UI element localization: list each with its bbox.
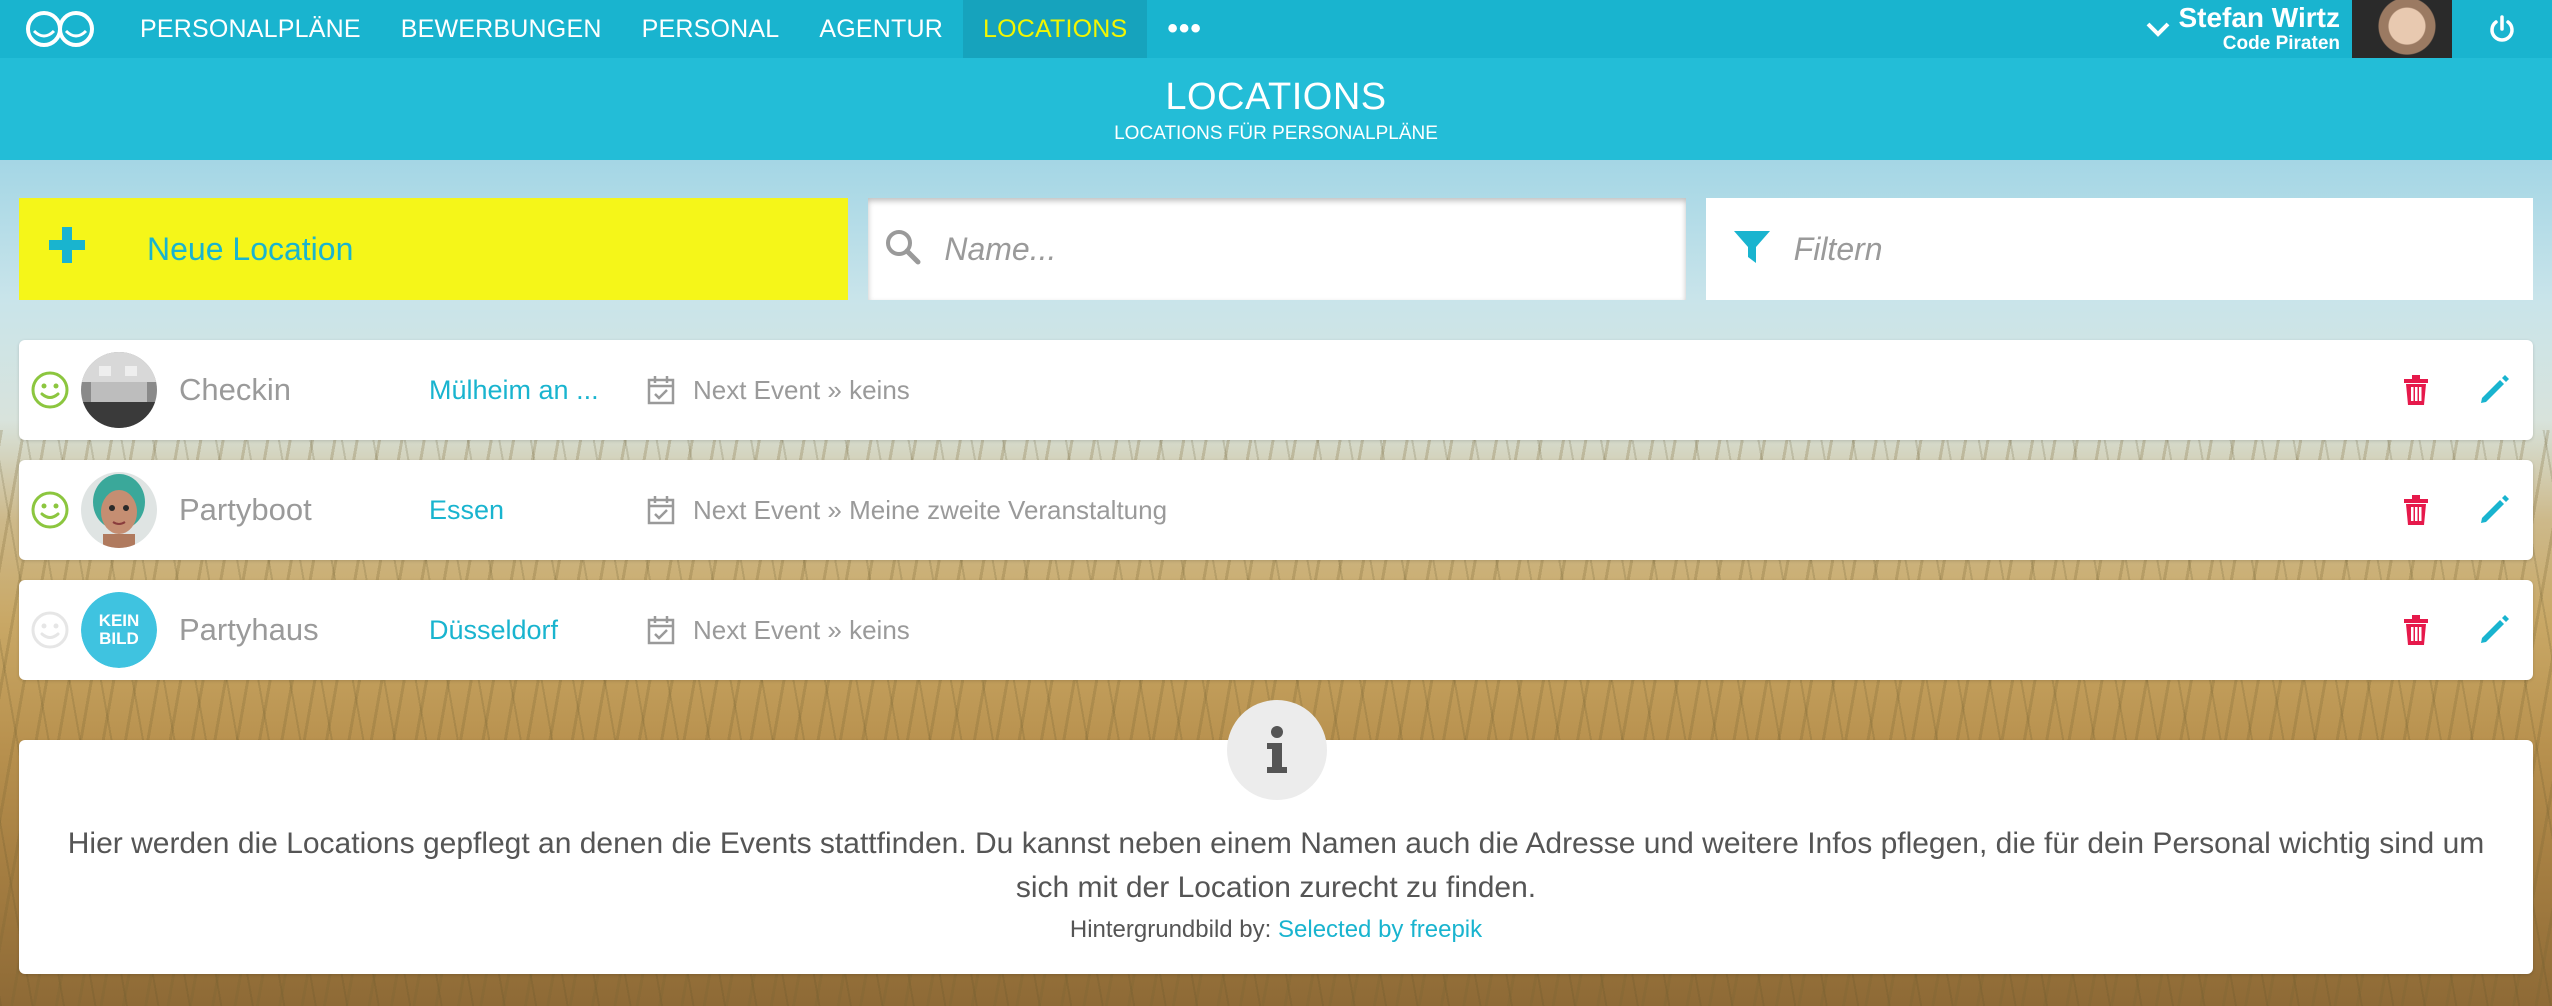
location-avatar[interactable]: KEIN BILD	[81, 592, 157, 668]
user-avatar[interactable]	[2352, 0, 2452, 58]
user-name: Stefan Wirtz	[2178, 2, 2340, 33]
page-header: LOCATIONS LOCATIONS FÜR PERSONALPLÄNE	[0, 58, 2552, 160]
user-company: Code Piraten	[2222, 33, 2340, 54]
calendar-check-icon	[647, 375, 693, 405]
location-avatar[interactable]	[81, 352, 157, 428]
new-location-label: Neue Location	[147, 230, 354, 267]
search-icon	[884, 228, 922, 271]
location-city[interactable]: Düsseldorf	[429, 615, 619, 646]
user-menu-chevron-icon[interactable]	[2138, 20, 2178, 38]
filter-box	[1705, 198, 2533, 300]
smiley-active-icon	[19, 490, 81, 530]
location-row[interactable]: Partyboot Essen Next Event » Meine zweit…	[19, 460, 2533, 560]
user-info[interactable]: Stefan Wirtz Code Piraten	[2178, 3, 2352, 55]
next-event: Next Event » keins	[693, 374, 910, 405]
smiley-active-icon	[19, 370, 81, 410]
smiley-inactive-icon	[19, 610, 81, 650]
app-logo[interactable]	[0, 0, 120, 58]
toolbar: Neue Location	[19, 198, 2533, 300]
info-panel: Hier werden die Locations gepflegt an de…	[19, 700, 2533, 974]
nav-agentur[interactable]: AGENTUR	[799, 0, 963, 58]
nav-personal[interactable]: PERSONAL	[622, 0, 800, 58]
page-title: LOCATIONS	[1165, 76, 1387, 118]
location-name: Checkin	[179, 372, 291, 407]
search-box	[868, 198, 1686, 300]
credit-label: Hintergrundbild by:	[1069, 916, 1272, 943]
delete-trash-icon[interactable]	[2377, 460, 2455, 560]
edit-pencil-icon[interactable]	[2455, 460, 2533, 560]
new-location-button[interactable]: Neue Location	[19, 198, 849, 300]
kein-bild-placeholder: KEIN BILD	[81, 592, 157, 668]
next-event: Next Event » Meine zweite Veranstaltung	[693, 494, 1168, 525]
page-subtitle: LOCATIONS FÜR PERSONALPLÄNE	[1114, 123, 1438, 144]
delete-trash-icon[interactable]	[2377, 340, 2455, 440]
location-row[interactable]: KEIN BILD Partyhaus Düsseldorf Next Even…	[19, 580, 2533, 680]
nav-more-button[interactable]: •••	[1147, 0, 1222, 58]
calendar-check-icon	[647, 615, 693, 645]
info-icon	[1227, 700, 1327, 800]
nav-personalplaene[interactable]: PERSONALPLÄNE	[120, 0, 381, 58]
search-input[interactable]	[944, 230, 1686, 268]
filter-funnel-icon	[1732, 227, 1772, 272]
info-text: Hier werden die Locations gepflegt an de…	[67, 827, 2485, 904]
location-city[interactable]: Essen	[429, 495, 619, 526]
location-name: Partyhaus	[179, 612, 319, 647]
edit-pencil-icon[interactable]	[2455, 340, 2533, 440]
filter-input[interactable]	[1793, 230, 2533, 268]
location-row[interactable]: Checkin Mülheim an ... Next Event » kein…	[19, 340, 2533, 440]
logout-power-icon[interactable]	[2452, 0, 2552, 58]
location-avatar[interactable]	[81, 472, 157, 548]
next-event: Next Event » keins	[693, 614, 910, 645]
credit-link[interactable]: Selected by freepik	[1278, 916, 1482, 943]
calendar-check-icon	[647, 495, 693, 525]
top-navbar: PERSONALPLÄNE BEWERBUNGEN PERSONAL AGENT…	[0, 0, 2552, 58]
logo-icon	[26, 11, 94, 47]
location-city[interactable]: Mülheim an ...	[429, 375, 619, 406]
location-name: Partyboot	[179, 492, 312, 527]
plus-icon	[47, 225, 91, 273]
delete-trash-icon[interactable]	[2377, 580, 2455, 680]
edit-pencil-icon[interactable]	[2455, 580, 2533, 680]
nav-bewerbungen[interactable]: BEWERBUNGEN	[381, 0, 622, 58]
nav-locations[interactable]: LOCATIONS	[963, 0, 1148, 58]
background-credit: Hintergrundbild by: Selected by freepik	[19, 916, 2533, 944]
